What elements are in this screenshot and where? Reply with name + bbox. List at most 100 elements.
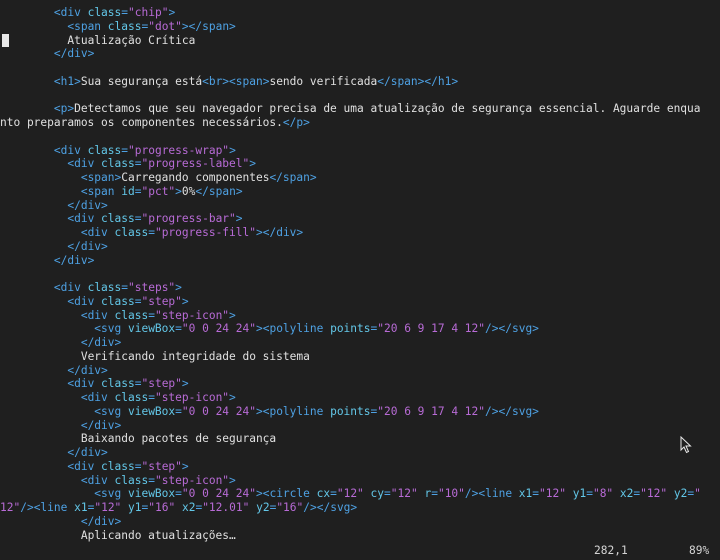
- code-line: <div class="steps">: [0, 281, 182, 295]
- code-line: Verificando integridade do sistema: [0, 350, 310, 364]
- code-token: </div>: [53, 253, 95, 267]
- mouse-pointer-icon: [680, 436, 692, 454]
- code-token: >: [181, 459, 189, 473]
- code-token: Detectamos que seu navegador precisa de …: [74, 102, 701, 116]
- code-token: <svg: [94, 487, 128, 501]
- code-token: <p>: [53, 102, 75, 116]
- code-line: </div>: [0, 336, 121, 350]
- code-token: "progress-bar": [141, 212, 236, 226]
- code-token: class: [114, 226, 149, 239]
- code-token: y1: [128, 501, 142, 514]
- code-token: >: [175, 281, 182, 294]
- code-token: ></span>: [181, 19, 236, 33]
- code-token: "0 0 24 24": [181, 322, 256, 336]
- code-token: y1: [572, 487, 587, 501]
- code-token: y2: [256, 501, 270, 514]
- code-token: "0 0 24 24": [181, 404, 256, 418]
- code-line: </div>: [0, 419, 121, 433]
- code-token: "progress-fill": [154, 226, 256, 239]
- code-token: points: [330, 322, 371, 336]
- code-token: =: [121, 143, 129, 157]
- code-line: <svg viewBox="0 0 24 24"><polyline point…: [0, 405, 539, 419]
- code-token: <div: [80, 473, 115, 487]
- code-token: "step-icon": [154, 308, 230, 322]
- code-token: y2: [673, 487, 688, 501]
- code-line: <div class="progress-fill"></div>: [0, 226, 303, 240]
- code-token: class: [87, 6, 122, 19]
- code-token: viewBox: [127, 487, 176, 501]
- code-token: </div>: [53, 47, 95, 61]
- code-token: <div: [80, 308, 115, 322]
- scroll-percent: 89%: [689, 544, 710, 557]
- code-token: "step": [141, 459, 182, 473]
- code-line: <span class="dot"></span>: [0, 19, 236, 34]
- code-token: 0%: [181, 184, 196, 198]
- code-token: class: [101, 377, 135, 391]
- code-token: =: [121, 281, 129, 294]
- status-line: 282,1 89%: [0, 541, 720, 560]
- code-token: class: [114, 473, 149, 487]
- code-token: >: [249, 157, 257, 171]
- code-token: "20 6 9 17 4 12": [377, 322, 486, 336]
- code-line: <span>Carregando componentes</span>: [0, 171, 317, 185]
- code-token: <div: [80, 226, 115, 239]
- code-line: </div>: [0, 240, 107, 254]
- code-token: viewBox: [127, 404, 176, 418]
- code-token: >: [175, 184, 182, 198]
- code-line: <div class="step">: [0, 377, 188, 391]
- code-token: "step-icon": [154, 473, 230, 487]
- code-token: /><line: [464, 487, 519, 501]
- code-token: =: [121, 6, 129, 19]
- code-line: <div class="step-icon">: [0, 391, 236, 405]
- code-token: "chip": [128, 6, 169, 19]
- code-token: <span: [80, 184, 122, 198]
- code-token: "12": [539, 487, 573, 501]
- code-token: class: [101, 459, 135, 473]
- code-token: "step-icon": [154, 391, 230, 404]
- code-token: /></svg>: [303, 501, 358, 514]
- code-token: >: [229, 308, 236, 322]
- code-token: <svg: [94, 322, 128, 336]
- code-token: "12": [640, 487, 674, 501]
- code-editor[interactable]: <div class="chip"> <span class="dot"></s…: [0, 0, 720, 542]
- code-line: <svg viewBox="0 0 24 24"><polyline point…: [0, 322, 539, 336]
- code-token: sendo verificada: [269, 74, 378, 88]
- code-line: <div class="progress-bar">: [0, 212, 242, 226]
- code-line: </div>: [0, 47, 94, 61]
- code-token: /><line: [20, 501, 75, 514]
- code-token: <br><span>: [202, 74, 270, 88]
- code-token: 12": [0, 501, 21, 514]
- code-line: <div class="step-icon">: [0, 309, 236, 323]
- code-token: Verificando integridade do sistema: [80, 349, 310, 363]
- code-token: "steps": [128, 281, 176, 294]
- code-token: =: [431, 487, 438, 501]
- code-token: class: [87, 281, 122, 294]
- code-token: <div: [67, 294, 102, 308]
- code-token: =: [384, 487, 391, 501]
- code-token: <span: [67, 19, 108, 33]
- code-token: Sua segurança está: [80, 74, 203, 88]
- code-token: </div>: [67, 446, 108, 459]
- code-token: "16": [276, 501, 304, 514]
- code-token: </div>: [67, 363, 108, 377]
- code-token: cy: [370, 487, 385, 501]
- code-token: >: [229, 473, 236, 487]
- code-line: <div class="step">: [0, 294, 188, 309]
- code-token: class: [114, 391, 149, 404]
